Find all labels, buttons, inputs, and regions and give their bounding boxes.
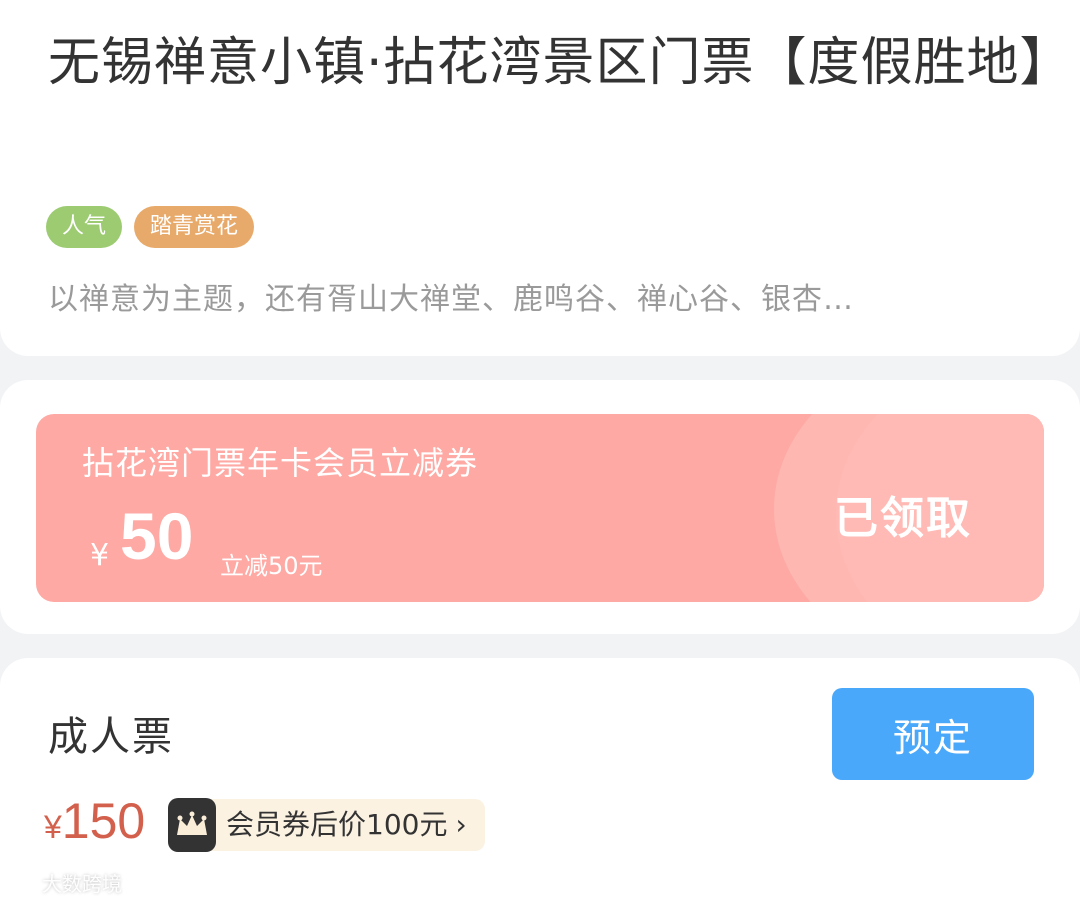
coupon-note: 立减50元 [220, 552, 323, 580]
watermark-text: 大数跨境 [42, 872, 122, 896]
ticket-price: ¥150 [44, 792, 145, 850]
product-info-card: 无锡禅意小镇·拈花湾景区门票【度假胜地】 人气 踏青赏花 以禅意为主题，还有胥山… [0, 0, 1080, 356]
price-value: 150 [61, 793, 146, 849]
ticket-card: 成人票 预定 ¥150 会员券后价100元 › [0, 658, 1080, 904]
coupon-claimed-status[interactable]: 已领取 [834, 482, 972, 546]
tag-list: 人气 踏青赏花 [46, 206, 255, 248]
crown-icon [168, 798, 216, 852]
coupon-amount: 50 [120, 499, 194, 573]
tag-popular: 人气 [46, 206, 123, 248]
product-description[interactable]: 以禅意为主题，还有胥山大禅堂、鹿鸣谷、禅心谷、银杏… [48, 274, 854, 318]
watermark: 大数跨境 [10, 868, 122, 897]
coupon[interactable]: 拈花湾门票年卡会员立减券 ¥ 50 立减50元 已领取 [36, 414, 1044, 602]
coupon-card: 拈花湾门票年卡会员立减券 ¥ 50 立减50元 已领取 [0, 380, 1080, 634]
coupon-currency: ¥ [90, 538, 110, 573]
book-button[interactable]: 预定 [832, 688, 1034, 780]
chevron-right-icon: › [455, 808, 467, 841]
tag-spring-flowers: 踏青赏花 [134, 206, 255, 248]
member-price-badge[interactable]: 会员券后价100元 › [168, 798, 485, 852]
product-title: 无锡禅意小镇·拈花湾景区门票【度假胜地】 [48, 33, 1073, 93]
member-price-text: 会员券后价100元 [226, 808, 448, 841]
ticket-name: 成人票 [48, 714, 174, 760]
watermark-logo-icon [11, 875, 36, 890]
price-currency: ¥ [44, 809, 62, 845]
coupon-title: 拈花湾门票年卡会员立减券 [82, 444, 479, 482]
